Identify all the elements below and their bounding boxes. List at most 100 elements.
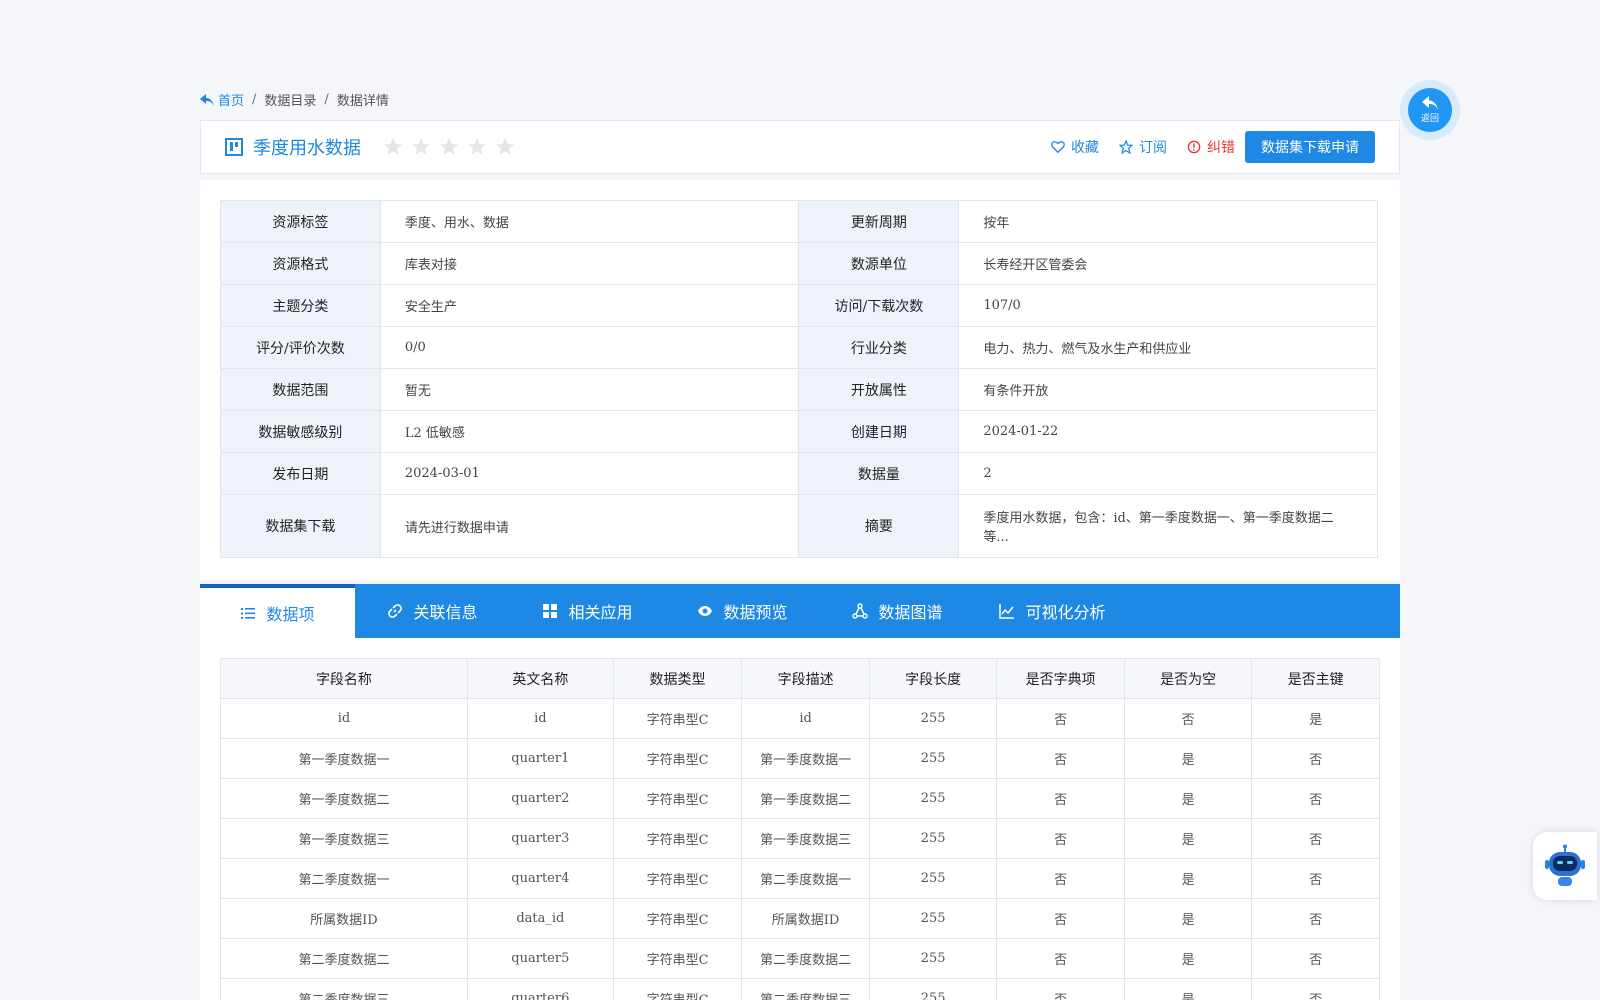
tab-label: 关联信息: [413, 603, 478, 622]
breadcrumb-separator: /: [324, 92, 329, 107]
info-key: 访问/下载次数: [798, 284, 960, 327]
table-row: 所属数据ID data_id 字符串型C 所属数据ID 255 否是否: [220, 898, 1380, 939]
table-cell: 否: [996, 938, 1125, 979]
tab-related-info[interactable]: 关联信息: [355, 584, 510, 638]
column-header: 数据类型: [612, 658, 743, 699]
line-chart-icon: [999, 604, 1015, 619]
info-value: 库表对接: [379, 242, 800, 285]
star-icon[interactable]: [495, 137, 515, 157]
report-error-button[interactable]: 纠错: [1187, 137, 1235, 157]
star-icon[interactable]: [411, 137, 431, 157]
table-cell: id: [220, 698, 468, 739]
table-cell: 否: [1251, 898, 1380, 939]
tab-data-preview[interactable]: 数据预览: [665, 584, 820, 638]
table-cell: 否: [1251, 818, 1380, 859]
info-value: 有条件开放: [958, 368, 1378, 411]
info-row: 资源格式 库表对接 数源单位 长寿经开区管委会: [220, 242, 1378, 285]
table-cell: id: [466, 698, 614, 739]
back-button[interactable]: 返回: [1400, 80, 1460, 140]
table-cell: 255: [868, 818, 998, 859]
grid-icon: [543, 604, 558, 618]
column-header: 是否主键: [1251, 658, 1380, 699]
star-outline-icon: [1119, 140, 1133, 154]
table-row: 第二季度数据一 quarter4 字符串型C 第二季度数据一 255 否是否: [220, 858, 1380, 899]
favorite-button[interactable]: 收藏: [1051, 137, 1099, 157]
star-icon[interactable]: [467, 137, 487, 157]
table-cell: 否: [1251, 938, 1380, 979]
rating-stars[interactable]: [383, 137, 515, 157]
back-button-inner: 返回: [1408, 88, 1452, 132]
subscribe-label: 订阅: [1139, 140, 1167, 156]
breadcrumb-catalog-link[interactable]: 数据目录: [264, 90, 316, 109]
info-key: 摘要: [798, 494, 960, 558]
info-key: 数据集下载: [220, 494, 381, 558]
info-key: 发布日期: [220, 452, 381, 495]
info-key: 数据量: [798, 452, 960, 495]
catalog-icon: [225, 138, 243, 156]
star-icon[interactable]: [383, 137, 403, 157]
table-cell: 否: [1251, 978, 1380, 1000]
info-row: 数据敏感级别 L2 低敏感 创建日期 2024-01-22: [220, 410, 1378, 453]
tab-visual-analysis[interactable]: 可视化分析: [975, 584, 1130, 638]
breadcrumb: 首页 / 数据目录 / 数据详情: [200, 90, 389, 109]
breadcrumb-home-link[interactable]: 首页: [200, 90, 244, 109]
table-cell: 255: [868, 778, 998, 819]
info-key: 行业分类: [798, 326, 960, 369]
table-cell: 是: [1123, 978, 1253, 1000]
table-cell: 第一季度数据二: [220, 778, 468, 819]
breadcrumb-current: 数据详情: [336, 94, 389, 109]
table-cell: quarter2: [466, 778, 614, 819]
table-cell: 255: [868, 698, 998, 739]
table-cell: 是: [1251, 698, 1380, 739]
info-row: 数据集下载 请先进行数据申请 摘要 季度用水数据，包含：id、第一季度数据一、第一季度…: [220, 494, 1378, 558]
back-button-label: 返回: [1420, 114, 1439, 124]
eye-icon: [698, 606, 713, 616]
info-value: 2024-03-01: [379, 452, 800, 495]
ai-assistant-button[interactable]: [1533, 832, 1597, 900]
info-value: 请先进行数据申请: [379, 494, 800, 558]
table-row: 第一季度数据二 quarter2 字符串型C 第一季度数据二 255 否是否: [220, 778, 1380, 819]
info-key: 创建日期: [798, 410, 960, 453]
column-header: 英文名称: [466, 658, 614, 699]
table-cell: 是: [1123, 738, 1253, 779]
info-row: 主题分类 安全生产 访问/下载次数 107/0: [220, 284, 1378, 327]
star-icon[interactable]: [439, 137, 459, 157]
column-header: 字段描述: [741, 658, 870, 699]
info-value: 暂无: [379, 368, 800, 411]
table-cell: 字符串型C: [612, 898, 743, 939]
info-row: 资源标签 季度、用水、数据 更新周期 按年: [220, 200, 1378, 243]
dataset-download-apply-button[interactable]: 数据集下载申请: [1245, 131, 1375, 163]
subscribe-button[interactable]: 订阅: [1119, 137, 1167, 157]
info-key: 资源标签: [220, 200, 381, 243]
table-cell: 否: [1251, 858, 1380, 899]
table-cell: 字符串型C: [612, 818, 743, 859]
table-cell: 是: [1123, 778, 1253, 819]
column-header: 字段名称: [220, 658, 468, 699]
info-value: 电力、热力、燃气及水生产和供应业: [958, 326, 1378, 369]
table-cell: 否: [1251, 738, 1380, 779]
info-value: L2 低敏感: [379, 410, 800, 453]
info-row: 数据范围 暂无 开放属性 有条件开放: [220, 368, 1378, 411]
info-key: 评分/评价次数: [220, 326, 381, 369]
fields-table: 字段名称 英文名称 数据类型 字段描述 字段长度 是否字典项 是否为空 是否主键 id id 字符…: [220, 658, 1380, 1000]
dataset-header: 季度用水数据 收藏 订阅 纠错 数据集下载申请: [200, 120, 1400, 174]
column-header: 是否字典项: [996, 658, 1125, 699]
info-row: 评分/评价次数 0/0 行业分类 电力、热力、燃气及水生产和供应业: [220, 326, 1378, 369]
tab-data-items[interactable]: 数据项: [200, 584, 355, 638]
table-cell: 255: [868, 738, 998, 779]
table-cell: 255: [868, 898, 998, 939]
table-cell: 字符串型C: [612, 938, 743, 979]
list-icon: [241, 608, 256, 619]
table-cell: quarter5: [466, 938, 614, 979]
tab-label: 相关应用: [568, 603, 633, 622]
tab-related-apps[interactable]: 相关应用: [510, 584, 665, 638]
table-cell: 否: [996, 898, 1125, 939]
table-cell: 是: [1123, 818, 1253, 859]
table-cell: 第二季度数据二: [741, 938, 870, 979]
tab-label: 数据预览: [723, 603, 788, 622]
tab-data-graph[interactable]: 数据图谱: [820, 584, 975, 638]
alert-circle-icon: [1187, 140, 1201, 154]
tab-label: 数据项: [266, 605, 315, 624]
report-error-label: 纠错: [1207, 140, 1235, 156]
table-cell: 是: [1123, 858, 1253, 899]
